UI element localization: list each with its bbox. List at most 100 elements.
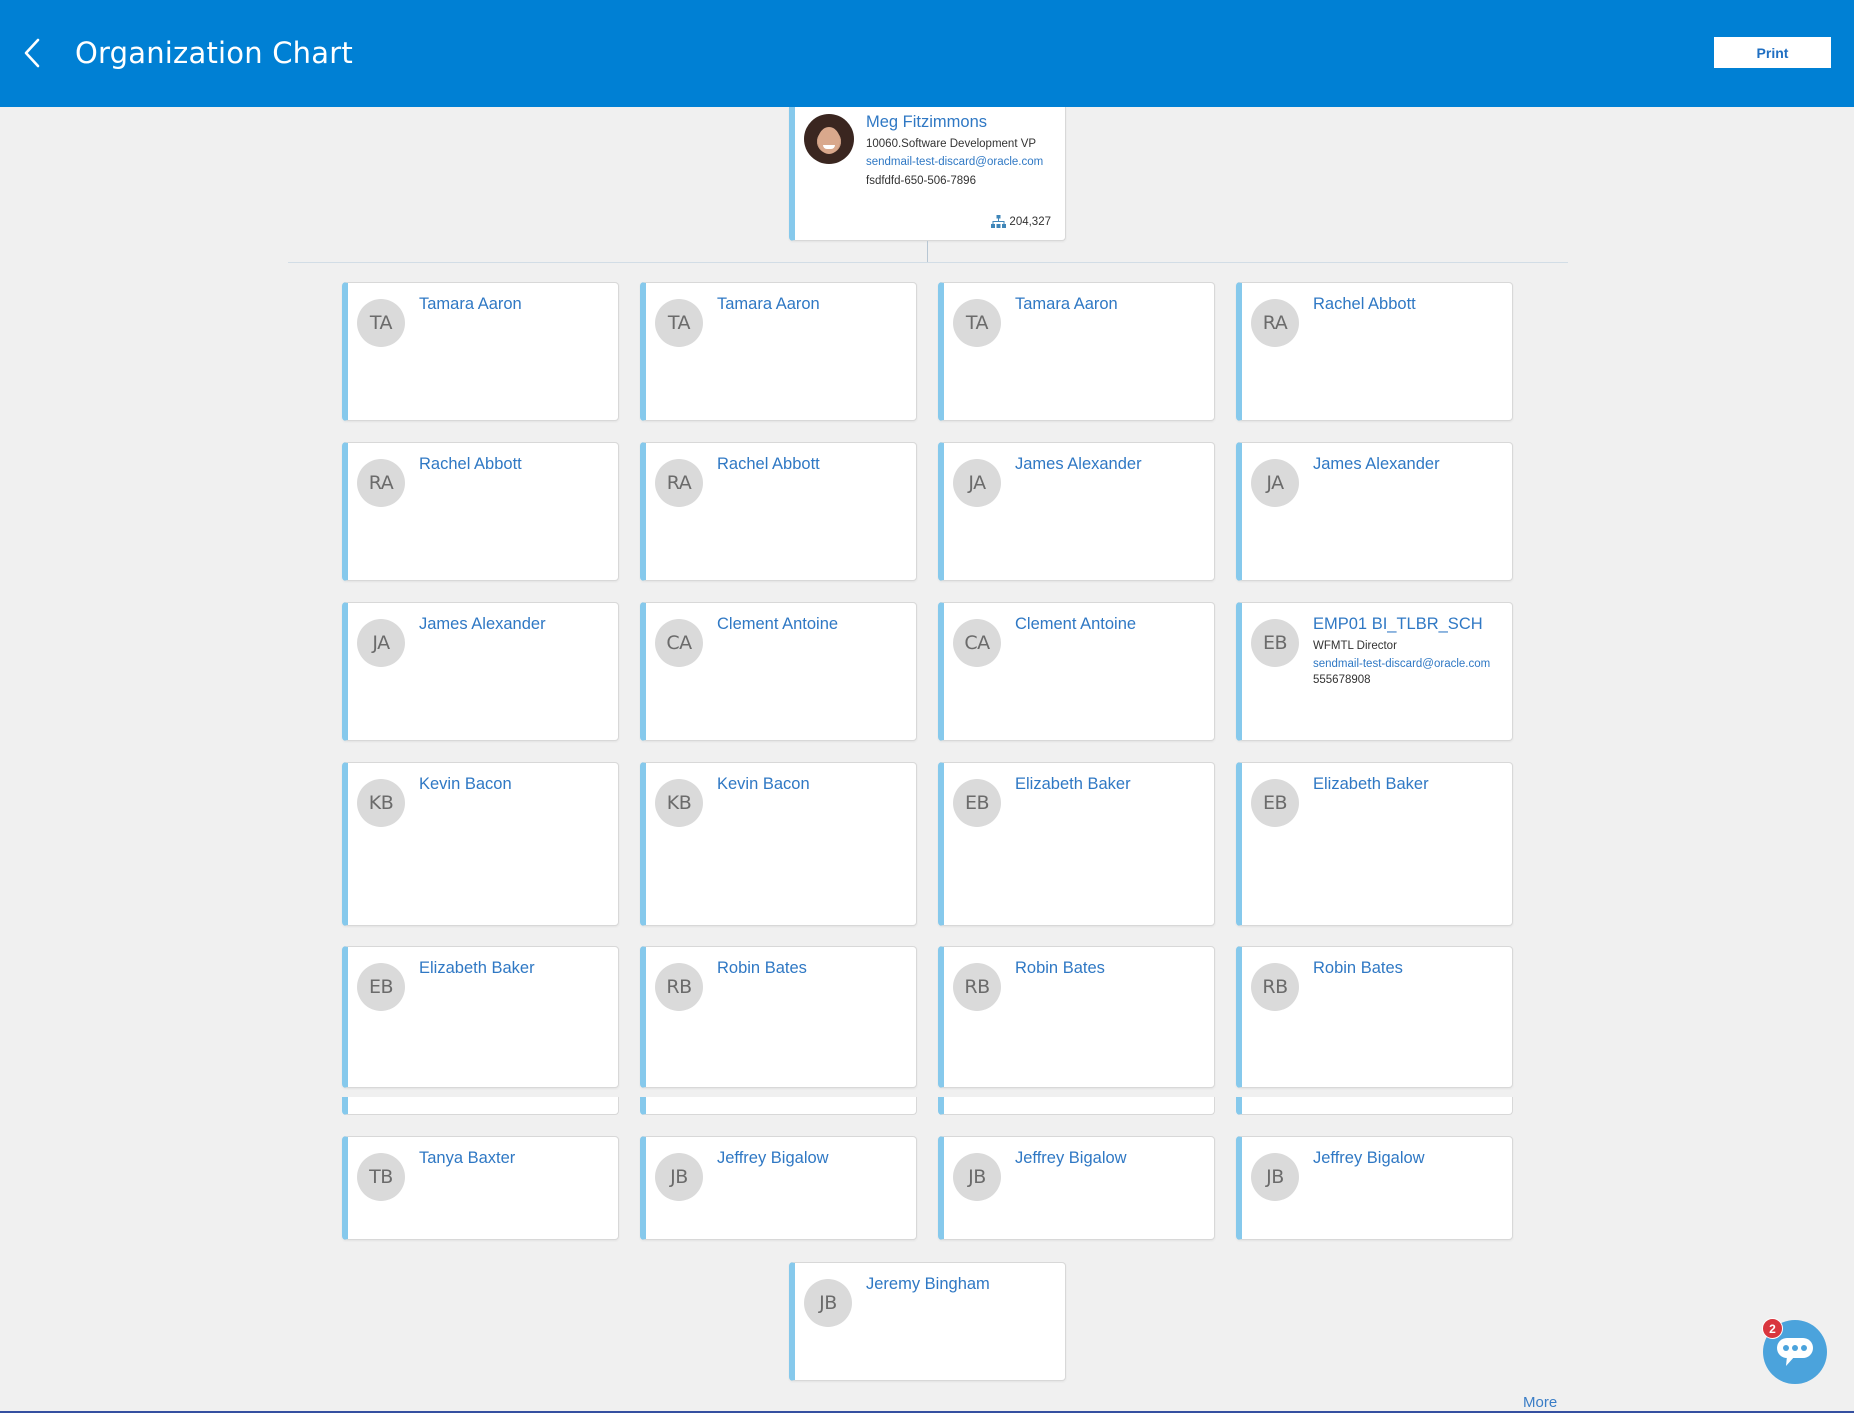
notification-badge: 2 bbox=[1762, 1318, 1783, 1339]
employee-name[interactable]: Rachel Abbott bbox=[717, 455, 820, 474]
manager-phone: fsdfdfd-650-506-7896 bbox=[866, 175, 976, 187]
avatar: RA bbox=[1251, 299, 1299, 347]
report-card[interactable]: EB Elizabeth Baker bbox=[1236, 762, 1513, 926]
report-card[interactable]: RA Rachel Abbott bbox=[342, 442, 619, 581]
report-card[interactable]: TB Tanya Baxter bbox=[342, 1136, 619, 1240]
report-card[interactable]: CA Clement Antoine bbox=[640, 602, 917, 741]
avatar: RB bbox=[655, 963, 703, 1011]
employee-name[interactable]: Elizabeth Baker bbox=[1313, 775, 1429, 794]
employee-name[interactable]: Tamara Aaron bbox=[1015, 295, 1118, 314]
report-card[interactable]: EB EMP01 BI_TLBR_SCH WFMTL Director sendmai… bbox=[1236, 602, 1513, 741]
report-card[interactable]: RA Rachel Abbott bbox=[1236, 282, 1513, 421]
employee-name[interactable]: Robin Bates bbox=[1313, 959, 1403, 978]
manager-photo bbox=[804, 114, 854, 164]
report-card[interactable]: KB Kevin Bacon bbox=[640, 762, 917, 926]
chat-bubble-icon bbox=[1777, 1338, 1813, 1366]
employee-name[interactable]: Clement Antoine bbox=[717, 615, 838, 634]
chevron-left-icon bbox=[24, 38, 40, 68]
report-card[interactable]: RB Robin Bates bbox=[938, 946, 1215, 1088]
employee-name[interactable]: Jeffrey Bigalow bbox=[1313, 1149, 1425, 1168]
employee-name[interactable]: Elizabeth Baker bbox=[1015, 775, 1131, 794]
avatar: EB bbox=[1251, 619, 1299, 667]
avatar: TA bbox=[357, 299, 405, 347]
print-button[interactable]: Print bbox=[1714, 37, 1831, 68]
report-card[interactable]: TA Tamara Aaron bbox=[342, 282, 619, 421]
manager-title: 10060.Software Development VP bbox=[866, 138, 1037, 150]
report-card[interactable]: KB Kevin Bacon bbox=[342, 762, 619, 926]
manager-email[interactable]: sendmail-test-discard@oracle.com bbox=[866, 156, 1043, 168]
report-card[interactable]: JB Jeffrey Bigalow bbox=[1236, 1136, 1513, 1240]
employee-phone: 555678908 bbox=[1313, 674, 1371, 686]
report-card[interactable]: JB Jeffrey Bigalow bbox=[640, 1136, 917, 1240]
avatar: RB bbox=[953, 963, 1001, 1011]
avatar: CA bbox=[655, 619, 703, 667]
employee-name[interactable]: James Alexander bbox=[1313, 455, 1440, 474]
employee-name[interactable]: Rachel Abbott bbox=[1313, 295, 1416, 314]
direct-reports-count[interactable]: 204,327 bbox=[991, 215, 1051, 228]
employee-name[interactable]: Robin Bates bbox=[717, 959, 807, 978]
avatar: EB bbox=[357, 963, 405, 1011]
employee-name[interactable]: Jeffrey Bigalow bbox=[717, 1149, 829, 1168]
hierarchy-icon bbox=[991, 215, 1007, 228]
avatar: CA bbox=[953, 619, 1001, 667]
connector-horizontal bbox=[288, 262, 1568, 263]
card-fragment bbox=[342, 1097, 619, 1115]
avatar: TA bbox=[655, 299, 703, 347]
back-button[interactable] bbox=[18, 34, 48, 72]
report-card[interactable]: TA Tamara Aaron bbox=[640, 282, 917, 421]
employee-email[interactable]: sendmail-test-discard@oracle.com bbox=[1313, 658, 1490, 670]
employee-name[interactable]: Elizabeth Baker bbox=[419, 959, 535, 978]
employee-name[interactable]: Tamara Aaron bbox=[419, 295, 522, 314]
report-card[interactable]: JB Jeffrey Bigalow bbox=[938, 1136, 1215, 1240]
employee-name[interactable]: James Alexander bbox=[1015, 455, 1142, 474]
employee-name[interactable]: Tanya Baxter bbox=[419, 1149, 515, 1168]
report-card[interactable]: RA Rachel Abbott bbox=[640, 442, 917, 581]
employee-name[interactable]: Rachel Abbott bbox=[419, 455, 522, 474]
employee-name[interactable]: Kevin Bacon bbox=[717, 775, 810, 794]
connector-vertical bbox=[927, 241, 928, 262]
avatar: JB bbox=[655, 1153, 703, 1201]
avatar: JA bbox=[953, 459, 1001, 507]
avatar: RA bbox=[655, 459, 703, 507]
card-fragment bbox=[640, 1097, 917, 1115]
more-link[interactable]: More bbox=[1523, 1394, 1557, 1411]
avatar: TA bbox=[953, 299, 1001, 347]
report-card[interactable]: EB Elizabeth Baker bbox=[938, 762, 1215, 926]
employee-name[interactable]: Robin Bates bbox=[1015, 959, 1105, 978]
avatar: EB bbox=[1251, 779, 1299, 827]
avatar: KB bbox=[357, 779, 405, 827]
avatar: KB bbox=[655, 779, 703, 827]
employee-name[interactable]: Kevin Bacon bbox=[419, 775, 512, 794]
employee-name[interactable]: James Alexander bbox=[419, 615, 546, 634]
manager-name[interactable]: Meg Fitzimmons bbox=[866, 113, 987, 132]
avatar: TB bbox=[357, 1153, 405, 1201]
employee-name[interactable]: Jeremy Bingham bbox=[866, 1275, 990, 1294]
reports-count-value: 204,327 bbox=[1009, 215, 1051, 228]
avatar: RA bbox=[357, 459, 405, 507]
manager-card[interactable]: Meg Fitzimmons 10060.Software Developmen… bbox=[789, 107, 1066, 241]
report-card[interactable]: RB Robin Bates bbox=[640, 946, 917, 1088]
report-card[interactable]: RB Robin Bates bbox=[1236, 946, 1513, 1088]
avatar: JA bbox=[1251, 459, 1299, 507]
report-card[interactable]: JB Jeremy Bingham bbox=[789, 1262, 1066, 1381]
card-fragment bbox=[938, 1097, 1215, 1115]
report-card[interactable]: JA James Alexander bbox=[938, 442, 1215, 581]
avatar: RB bbox=[1251, 963, 1299, 1011]
employee-name[interactable]: Tamara Aaron bbox=[717, 295, 820, 314]
page-title: Organization Chart bbox=[75, 36, 353, 70]
avatar: JA bbox=[357, 619, 405, 667]
employee-name[interactable]: Clement Antoine bbox=[1015, 615, 1136, 634]
avatar: JB bbox=[953, 1153, 1001, 1201]
card-fragment bbox=[1236, 1097, 1513, 1115]
employee-name[interactable]: Jeffrey Bigalow bbox=[1015, 1149, 1127, 1168]
employee-title: WFMTL Director bbox=[1313, 640, 1397, 652]
report-card[interactable]: TA Tamara Aaron bbox=[938, 282, 1215, 421]
report-card[interactable]: JA James Alexander bbox=[342, 602, 619, 741]
avatar: EB bbox=[953, 779, 1001, 827]
employee-name[interactable]: EMP01 BI_TLBR_SCH bbox=[1313, 615, 1483, 634]
app-header: Organization Chart Print bbox=[0, 0, 1854, 107]
report-card[interactable]: CA Clement Antoine bbox=[938, 602, 1215, 741]
avatar: JB bbox=[1251, 1153, 1299, 1201]
report-card[interactable]: EB Elizabeth Baker bbox=[342, 946, 619, 1088]
report-card[interactable]: JA James Alexander bbox=[1236, 442, 1513, 581]
